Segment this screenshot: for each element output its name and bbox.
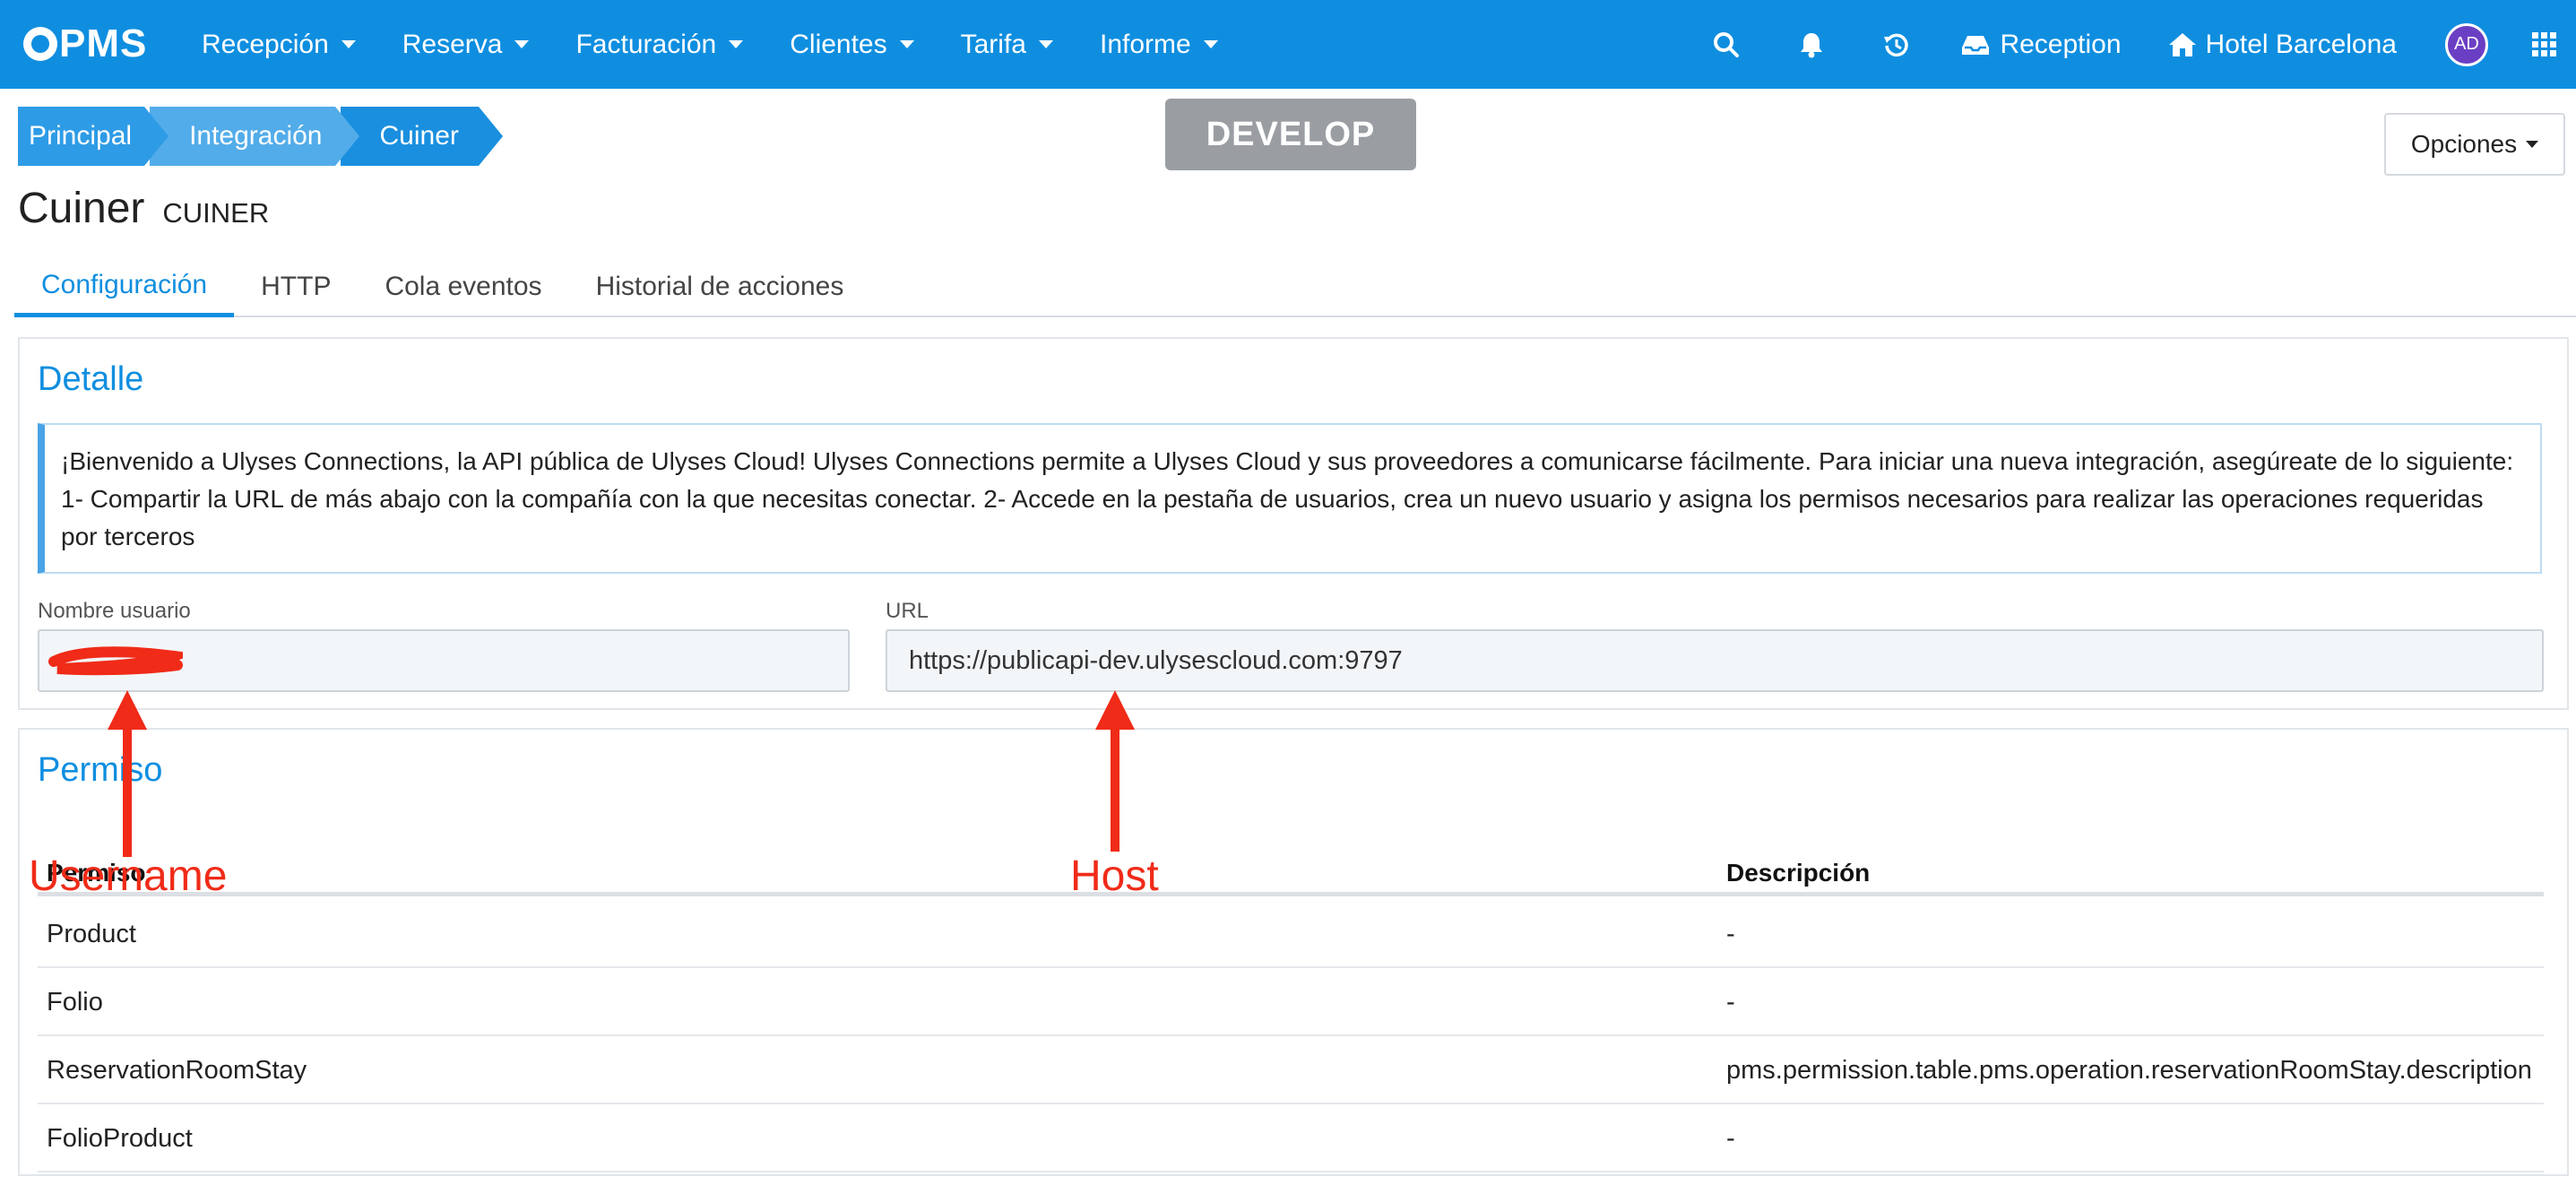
reception-link[interactable]: Reception (1960, 29, 2122, 60)
url-label: URL (886, 599, 929, 623)
chevron-down-icon (514, 40, 530, 48)
chevron-down-icon (1203, 40, 1218, 48)
annotation-username: Username (29, 852, 228, 900)
menu-informe[interactable]: Informe (1100, 30, 1218, 60)
logo-text: PMS (59, 22, 148, 65)
navbar-right: Reception Hotel Barcelona AD (1713, 0, 2576, 89)
breadcrumb-integracion[interactable]: Integración (150, 107, 359, 166)
breadcrumb: Principal Integración Cuiner (18, 107, 504, 166)
host-arrow (1095, 690, 1135, 852)
bell-icon[interactable] (1799, 31, 1824, 58)
page-title: Cuiner CUINER (18, 184, 269, 233)
chevron-down-icon (899, 40, 914, 48)
permissions-panel: Permiso Permiso Descripción Product - Fo… (18, 728, 2569, 1176)
detail-panel: Detalle ¡Bienvenido a Ulyses Connections… (18, 337, 2569, 710)
menu-recepcion[interactable]: Recepción (202, 30, 356, 60)
description-cell: - (1726, 1124, 1735, 1153)
home-icon (2168, 32, 2196, 56)
column-header-descripcion[interactable]: Descripción (1726, 859, 1870, 887)
chevron-down-icon (729, 40, 744, 48)
table-row[interactable]: Product - (38, 900, 2544, 968)
menu-facturacion-label: Facturación (575, 29, 717, 59)
info-message: ¡Bienvenido a Ulyses Connections, la API… (38, 423, 2542, 574)
table-row[interactable]: FolioProduct - (38, 1104, 2544, 1172)
permission-cell: Folio (47, 988, 103, 1017)
history-icon[interactable] (1883, 31, 1910, 58)
permission-cell: FolioProduct (47, 1124, 193, 1153)
chevron-down-icon (2526, 141, 2539, 148)
options-button[interactable]: Opciones (2384, 113, 2565, 176)
menu-clientes-label: Clientes (790, 29, 887, 59)
top-navbar: PMS Recepción Reserva Facturación Client… (0, 0, 2576, 89)
grid-icon[interactable] (2531, 31, 2558, 58)
environment-badge: DEVELOP (1165, 99, 1416, 170)
menu-reserva[interactable]: Reserva (402, 30, 530, 60)
description-cell: - (1726, 988, 1735, 1017)
url-field[interactable]: https://publicapi-dev.ulysescloud.com:97… (886, 629, 2544, 692)
description-cell: pms.permission.table.pms.operation.reser… (1726, 1056, 2532, 1085)
tab-http[interactable]: HTTP (234, 256, 358, 317)
permission-cell: Product (47, 920, 136, 948)
description-cell: - (1726, 920, 1735, 948)
table-row[interactable]: Folio - (38, 968, 2544, 1036)
username-label: Nombre usuario (38, 599, 191, 623)
hotel-selector[interactable]: Hotel Barcelona (2168, 30, 2397, 60)
options-button-label: Opciones (2410, 130, 2518, 158)
tab-historial-acciones[interactable]: Historial de acciones (569, 256, 871, 317)
breadcrumb-cuiner: Cuiner (340, 107, 504, 166)
breadcrumb-principal[interactable]: Principal (18, 107, 169, 166)
table-row[interactable]: ReservationRoomStay pms.permission.table… (38, 1036, 2544, 1104)
chevron-down-icon (341, 40, 356, 48)
logo-mark-icon (23, 27, 57, 61)
detail-title: Detalle (38, 360, 144, 398)
menu-recepcion-label: Recepción (202, 29, 329, 59)
table-header: Permiso Descripción (38, 823, 2544, 896)
username-arrow (108, 690, 147, 857)
reception-label: Reception (2000, 29, 2122, 59)
tab-configuracion[interactable]: Configuración (14, 256, 235, 317)
main-menu: Recepción Reserva Facturación Clientes T… (202, 0, 1265, 89)
menu-facturacion[interactable]: Facturación (575, 29, 744, 60)
tab-bar: Configuración HTTP Cola eventos Historia… (14, 256, 2576, 317)
inbox-icon (1962, 35, 1990, 55)
search-icon[interactable] (1713, 31, 1740, 58)
menu-tarifa-label: Tarifa (960, 29, 1026, 59)
app-logo[interactable]: PMS (23, 22, 147, 66)
avatar-initials: AD (2454, 34, 2479, 54)
permission-cell: ReservationRoomStay (47, 1056, 307, 1085)
menu-tarifa[interactable]: Tarifa (961, 30, 1053, 60)
menu-informe-label: Informe (1099, 29, 1191, 59)
tab-cola-eventos[interactable]: Cola eventos (358, 256, 568, 317)
hotel-label: Hotel Barcelona (2205, 29, 2397, 59)
redaction-scribble (48, 646, 183, 676)
page-subtitle: CUINER (162, 197, 270, 229)
avatar[interactable]: AD (2445, 22, 2488, 66)
menu-reserva-label: Reserva (402, 29, 503, 59)
chevron-down-icon (1038, 40, 1053, 48)
menu-clientes[interactable]: Clientes (790, 29, 914, 60)
page-title-text: Cuiner (18, 185, 145, 232)
annotation-host: Host (1070, 852, 1159, 900)
